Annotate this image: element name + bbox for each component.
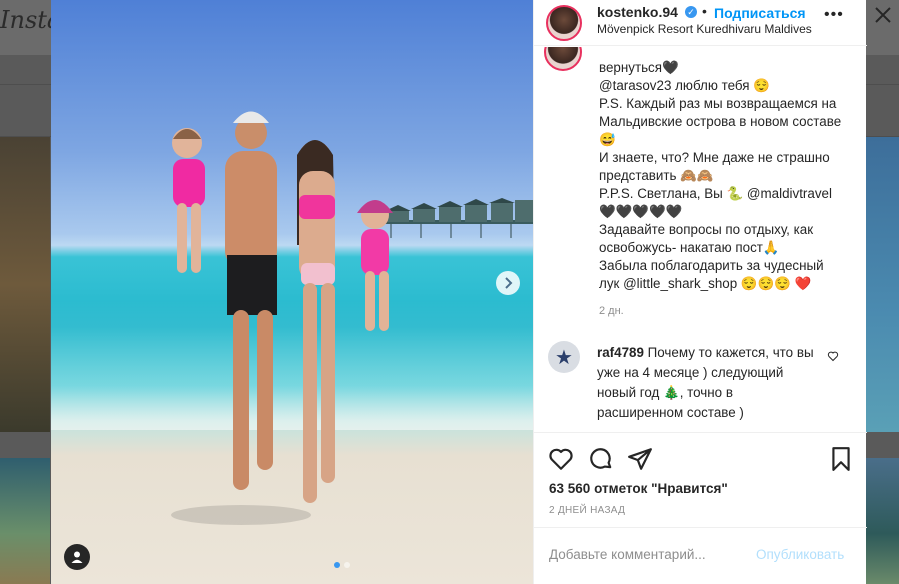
commenter-avatar[interactable]: ★ (548, 341, 580, 373)
carousel-dot (344, 562, 350, 568)
likes-label: отметок "Нравится" (594, 481, 728, 496)
comment-item: raf4789 Почему то кажется, что вы уже на… (597, 343, 819, 423)
heart-icon[interactable] (548, 446, 574, 472)
add-comment-bar: Опубликовать (534, 527, 867, 584)
share-icon[interactable] (627, 446, 653, 472)
post-location[interactable]: Mövenpick Resort Kuredhivaru Maldives (597, 22, 812, 36)
caption-timestamp[interactable]: 2 дн. (599, 305, 624, 317)
likes-number: 63 560 (549, 481, 591, 496)
follow-button[interactable]: Подписаться (714, 5, 806, 21)
likes-count[interactable]: 63 560 отметок "Нравится" (549, 481, 728, 496)
comment-like-icon[interactable] (827, 350, 839, 362)
caption-avatar[interactable] (544, 47, 582, 71)
publish-button[interactable]: Опубликовать (756, 547, 844, 562)
author-avatar[interactable] (546, 5, 582, 41)
commenter-username[interactable]: raf4789 (597, 345, 644, 360)
tag-user-button[interactable] (64, 544, 90, 570)
people-illustration (171, 111, 393, 525)
author-username[interactable]: kostenko.94 (597, 4, 678, 20)
carousel-dots (334, 562, 350, 568)
comments-list[interactable]: вернуться🖤 @tarasov23 люблю тебя 😌 P.S. … (534, 47, 867, 432)
post-panel: kostenko.94 ✓ • Подписаться Mövenpick Re… (533, 0, 867, 584)
carousel-dot-active (334, 562, 340, 568)
verified-icon: ✓ (685, 6, 697, 18)
tag-user-icon (71, 551, 83, 563)
background-thumbnail[interactable] (866, 137, 899, 432)
next-slide-button[interactable] (496, 271, 520, 295)
post-date[interactable]: 2 ДНЕЙ НАЗАД (549, 505, 625, 516)
post-caption: вернуться🖤 @tarasov23 люблю тебя 😌 P.S. … (599, 60, 842, 291)
separator-bullet: • (702, 3, 707, 19)
bookmark-icon[interactable] (828, 446, 854, 472)
background-thumbnail[interactable] (866, 458, 899, 584)
post-actions: 63 560 отметок "Нравится" 2 ДНЕЙ НАЗАД (534, 432, 867, 522)
post-photo[interactable] (51, 0, 533, 584)
background-thumbnail[interactable] (0, 458, 50, 584)
close-icon[interactable] (873, 5, 893, 25)
comment-icon[interactable] (588, 446, 614, 472)
chevron-right-icon (505, 277, 513, 289)
more-options-button[interactable]: ••• (824, 6, 844, 24)
comment-input[interactable] (549, 547, 749, 562)
background-thumbnail[interactable] (0, 137, 50, 432)
post-header: kostenko.94 ✓ • Подписаться Mövenpick Re… (534, 0, 867, 46)
